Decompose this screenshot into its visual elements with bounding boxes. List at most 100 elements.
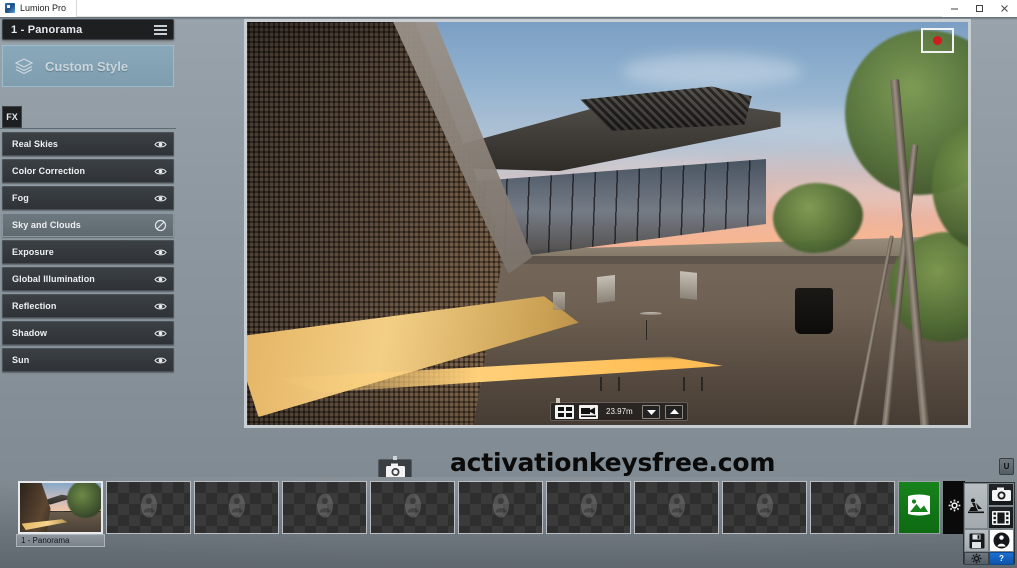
chevron-down-icon[interactable] [642, 404, 660, 419]
window-controls [942, 0, 1017, 17]
update-button[interactable]: U [999, 458, 1014, 475]
effect-label: Fog [12, 193, 29, 203]
gear-icon[interactable] [964, 552, 989, 565]
watermark-text: activationkeysfree.com [450, 448, 776, 477]
effect-label: Sun [12, 355, 30, 365]
effect-row[interactable]: Color Correction [2, 159, 174, 183]
eye-icon[interactable] [147, 327, 173, 340]
panorama-person-ghost-icon [224, 492, 250, 523]
record-indicator-dot [933, 36, 942, 45]
panorama-header[interactable]: 1 - Panorama [2, 19, 174, 40]
hamburger-menu-icon[interactable] [151, 19, 173, 40]
eye-icon[interactable] [147, 138, 173, 151]
panorama-person-ghost-icon [312, 492, 338, 523]
panorama-slot-strip: 1 - Panorama [16, 481, 965, 547]
effect-row[interactable]: Sky and Clouds [2, 213, 174, 237]
panorama-slot-empty[interactable] [194, 481, 279, 534]
effect-row[interactable]: Shadow [2, 321, 174, 345]
render-settings-button[interactable] [943, 481, 965, 534]
record-frame-icon [921, 28, 954, 53]
eye-icon[interactable] [147, 273, 173, 286]
custom-style-card[interactable]: Custom Style [2, 45, 174, 87]
help-button[interactable]: ? [989, 552, 1014, 565]
viewport-hud-toolbar[interactable]: 23.97m [550, 398, 688, 421]
mode-tool-row-top [964, 483, 1014, 529]
effects-list: Real Skies Color Correction Fog Sky and Clo… [2, 132, 174, 375]
eye-icon[interactable] [147, 246, 173, 259]
camera-icon [385, 463, 405, 478]
effect-label: Sky and Clouds [12, 220, 81, 230]
panorama-person-ghost-icon [840, 492, 866, 523]
panorama-slot-empty[interactable] [722, 481, 807, 534]
lumion-application-window: Lumion Pro 1 - Panorama Custom Style FX … [0, 0, 1017, 568]
effect-label: Global Illumination [12, 274, 95, 284]
chevron-up-icon[interactable] [665, 404, 683, 419]
effect-row[interactable]: Reflection [2, 294, 174, 318]
lumion-logo-icon [5, 3, 15, 13]
panorama-thumbnail [20, 483, 101, 532]
terrace-chair [596, 274, 615, 303]
video-camera-icon[interactable] [579, 404, 598, 419]
panorama-slot-empty[interactable] [634, 481, 719, 534]
photo-camera-icon[interactable] [988, 483, 1014, 506]
panorama-person-ghost-icon [664, 492, 690, 523]
panorama-person-ghost-icon [576, 492, 602, 523]
eye-icon[interactable] [147, 300, 173, 313]
effects-sidebar: 1 - Panorama Custom Style FX Real Skies … [0, 18, 180, 372]
planter-pot [794, 287, 833, 334]
effect-label: Real Skies [12, 139, 59, 149]
build-person-icon[interactable] [964, 483, 988, 529]
eye-icon[interactable] [147, 165, 173, 178]
panorama-person-ghost-icon [752, 492, 778, 523]
eye-disabled-icon[interactable] [147, 219, 173, 232]
panorama-slot-label: 1 - Panorama [16, 534, 105, 547]
panorama-person-ghost-icon [136, 492, 162, 523]
effect-row[interactable]: Real Skies [2, 132, 174, 156]
split-view-icon[interactable] [555, 404, 574, 419]
effect-label: Exposure [12, 247, 54, 257]
camera-height-value: 23.97m [606, 407, 633, 416]
effect-label: Reflection [12, 301, 57, 311]
panorama-slot-empty[interactable] [458, 481, 543, 534]
render-panorama-button[interactable] [898, 481, 940, 534]
mode-tool-footer: ? [964, 552, 1014, 565]
panorama-person-ghost-icon [400, 492, 426, 523]
floppy-disk-icon[interactable] [964, 529, 989, 552]
effect-label: Color Correction [12, 166, 86, 176]
gear-icon [948, 499, 961, 517]
render-viewport[interactable]: 23.97m [244, 19, 971, 428]
mode-tool-row-bottom [964, 529, 1014, 552]
minimize-button[interactable] [942, 0, 967, 17]
eye-icon[interactable] [147, 354, 173, 367]
terrace-chair [679, 270, 697, 300]
panorama-slot-empty[interactable] [810, 481, 895, 534]
fx-divider [0, 128, 176, 129]
effect-row[interactable]: Global Illumination [2, 267, 174, 291]
camera-tab-pin-icon [393, 456, 397, 460]
close-button[interactable] [992, 0, 1017, 17]
custom-style-label: Custom Style [45, 58, 129, 74]
panorama-slot-empty[interactable] [370, 481, 455, 534]
panorama-person-ghost-icon [488, 492, 514, 523]
panorama-slot-empty[interactable] [106, 481, 191, 534]
tab-fx[interactable]: FX [2, 106, 22, 128]
film-strip-icon[interactable] [988, 506, 1014, 529]
window-titlebar: Lumion Pro [0, 0, 1017, 17]
panorama-slot-filled[interactable] [18, 481, 103, 534]
effect-row[interactable]: Exposure [2, 240, 174, 264]
mode-tool-grid: ? [963, 482, 1015, 565]
maximize-button[interactable] [967, 0, 992, 17]
fx-tab-label: FX [6, 112, 18, 122]
effect-row[interactable]: Sun [2, 348, 174, 372]
panorama-slot-empty[interactable] [282, 481, 367, 534]
effect-row[interactable]: Fog [2, 186, 174, 210]
window-tab[interactable]: Lumion Pro [0, 0, 78, 17]
person-circle-icon[interactable] [989, 529, 1014, 552]
layered-style-icon [13, 56, 35, 76]
eye-icon[interactable] [147, 192, 173, 205]
panorama-slot-empty[interactable] [546, 481, 631, 534]
panorama-image-icon [906, 494, 932, 521]
window-title: Lumion Pro [20, 3, 67, 13]
effect-label: Shadow [12, 328, 48, 338]
panorama-header-title: 1 - Panorama [11, 23, 83, 36]
